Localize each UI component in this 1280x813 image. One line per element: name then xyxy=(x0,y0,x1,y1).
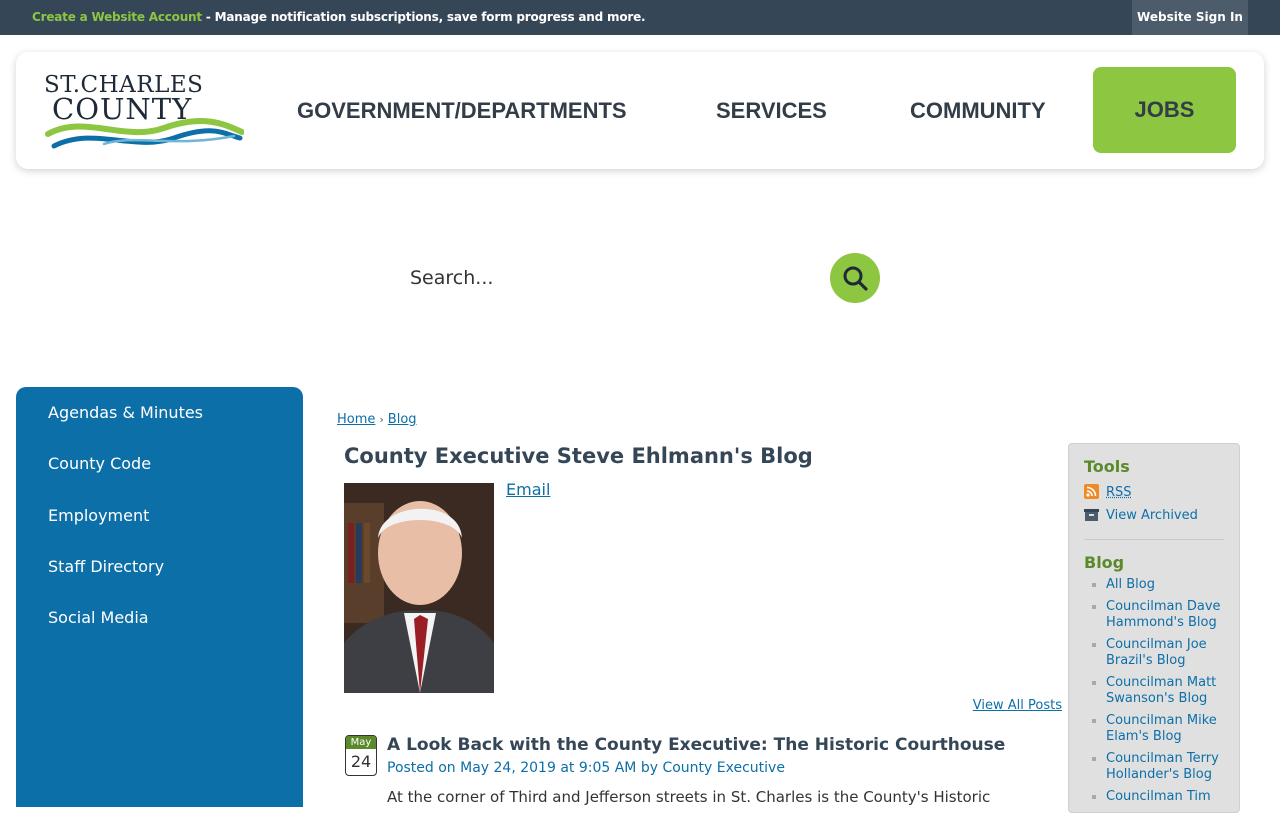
tools-panel: Tools RSS View Archived Blog All Blog Co… xyxy=(1068,443,1240,813)
sidebar-item-county-code[interactable]: County Code xyxy=(16,453,303,504)
blog-list-item[interactable]: All Blog xyxy=(1084,577,1234,594)
blog-list: All Blog Councilman Dave Hammond's Blog … xyxy=(1084,577,1234,810)
sidebar-item-social-media[interactable]: Social Media xyxy=(16,607,303,658)
breadcrumb-home[interactable]: Home xyxy=(337,412,375,427)
blog-list-item[interactable]: Councilman Joe Brazil's Blog xyxy=(1084,637,1234,670)
sidebar-item-staff-directory[interactable]: Staff Directory xyxy=(16,556,303,607)
post-title-link[interactable]: A Look Back with the County Executive: T… xyxy=(387,735,1005,755)
rss-label: RSS xyxy=(1106,485,1132,500)
website-sign-in-button[interactable]: Website Sign In xyxy=(1132,0,1248,35)
post-date-day: 24 xyxy=(350,752,372,771)
tools-divider xyxy=(1084,539,1224,540)
breadcrumb-blog[interactable]: Blog xyxy=(388,412,417,427)
tools-heading: Tools xyxy=(1084,457,1130,476)
post-date-badge: May 24 xyxy=(345,735,377,776)
breadcrumb: Home › Blog xyxy=(337,412,417,427)
county-logo[interactable]: ST.CHARLES COUNTY xyxy=(44,72,244,150)
blog-list-item[interactable]: Councilman Dave Hammond's Blog xyxy=(1084,599,1234,632)
email-link[interactable]: Email xyxy=(506,480,550,499)
create-account-link[interactable]: Create a Website Account xyxy=(32,10,202,24)
blog-list-item[interactable]: Councilman Tim xyxy=(1084,789,1234,806)
blog-list-item[interactable]: Councilman Terry Hollander's Blog xyxy=(1084,751,1234,784)
nav-services[interactable]: SERVICES xyxy=(716,52,827,169)
page-title: County Executive Steve Ehlmann's Blog xyxy=(344,444,813,468)
view-archived-link[interactable]: View Archived xyxy=(1084,507,1198,523)
notification-bar: Create a Website Account - Manage notifi… xyxy=(0,0,1280,35)
logo-wave-icon xyxy=(45,118,244,149)
notification-text: - Manage notification subscriptions, sav… xyxy=(201,10,646,24)
site-header: ST.CHARLES COUNTY GOVERNMENT/DEPARTMENTS… xyxy=(16,52,1264,169)
view-archived-label: View Archived xyxy=(1106,508,1198,523)
blog-list-item[interactable]: Councilman Mike Elam's Blog xyxy=(1084,713,1234,746)
nav-jobs-button[interactable]: JOBS xyxy=(1093,67,1236,153)
archive-icon xyxy=(1084,507,1099,522)
breadcrumb-separator: › xyxy=(379,413,384,426)
search-icon xyxy=(843,266,868,291)
post-excerpt: At the corner of Third and Jefferson str… xyxy=(387,788,991,806)
search-button[interactable] xyxy=(830,253,880,303)
blog-list-item[interactable]: Councilman Matt Swanson's Blog xyxy=(1084,675,1234,708)
post-meta: Posted on May 24, 2019 at 9:05 AM by Cou… xyxy=(387,760,785,776)
sidebar-item-employment[interactable]: Employment xyxy=(16,505,303,556)
site-search xyxy=(400,252,880,304)
post-date-month: May xyxy=(346,736,376,749)
nav-government-departments[interactable]: GOVERNMENT/DEPARTMENTS xyxy=(297,52,627,169)
blog-list-heading: Blog xyxy=(1084,553,1125,572)
county-executive-photo xyxy=(344,483,494,693)
rss-icon xyxy=(1084,484,1099,499)
rss-link[interactable]: RSS xyxy=(1084,484,1132,500)
left-sidebar: Agendas & Minutes County Code Employment… xyxy=(16,387,303,807)
sidebar-item-agendas-minutes[interactable]: Agendas & Minutes xyxy=(16,402,303,453)
view-all-posts-link[interactable]: View All Posts xyxy=(973,698,1062,713)
nav-community[interactable]: COMMUNITY xyxy=(910,52,1046,169)
notification-message: Create a Website Account - Manage notifi… xyxy=(32,10,646,24)
search-input[interactable] xyxy=(400,252,820,304)
